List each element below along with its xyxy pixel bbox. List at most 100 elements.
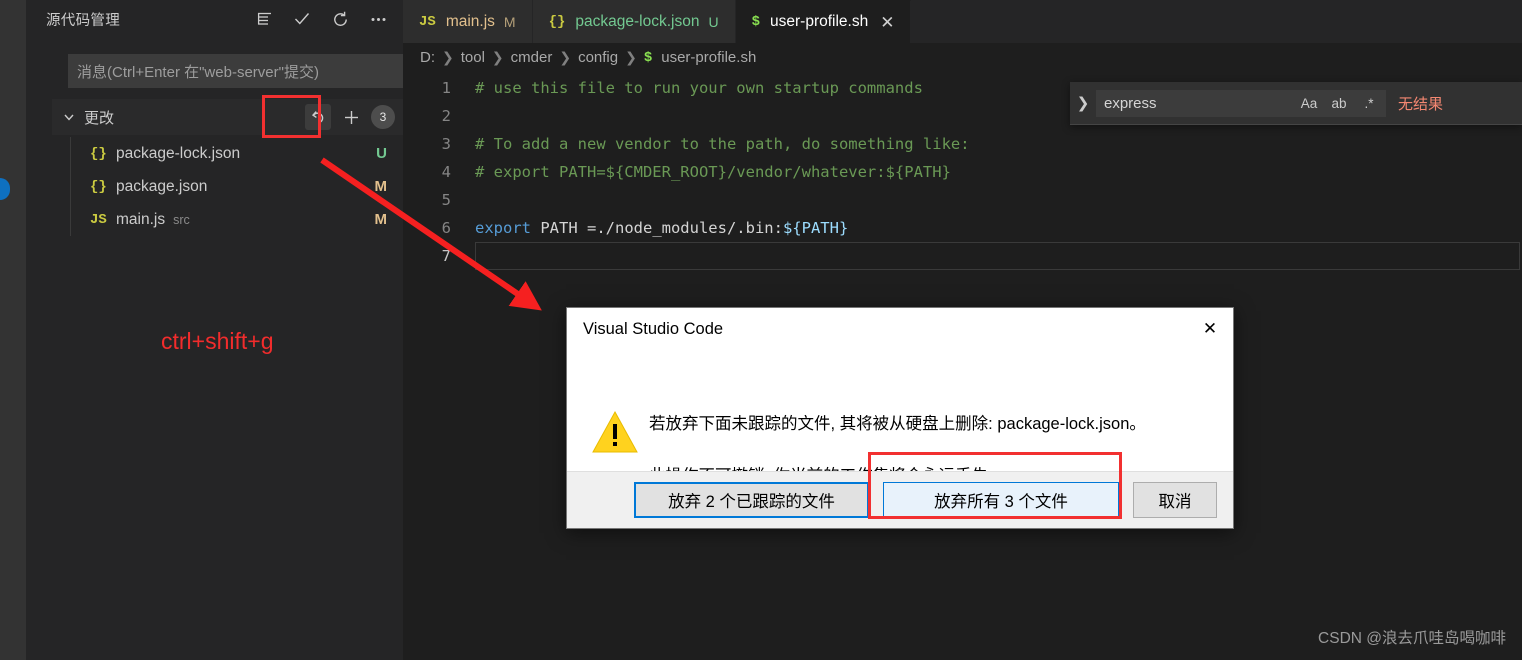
shell-file-icon: $ bbox=[643, 49, 653, 66]
breadcrumb-item-cmder[interactable]: cmder bbox=[511, 49, 553, 66]
tab-user-profile-sh[interactable]: $ user-profile.sh ✕ bbox=[735, 0, 912, 43]
tab-status-badge: U bbox=[708, 13, 719, 30]
find-options: Aa ab .* bbox=[1298, 96, 1380, 111]
changes-group-actions: 3 bbox=[305, 104, 395, 130]
chevron-right-icon: ❯ bbox=[491, 49, 504, 65]
code-text: # use this file to run your own startup … bbox=[475, 79, 933, 97]
current-line-highlight bbox=[475, 242, 1520, 270]
breadcrumb-item-drive[interactable]: D: bbox=[420, 49, 435, 66]
line-number: 3 bbox=[441, 135, 451, 153]
json-file-icon: {} bbox=[548, 13, 566, 30]
breadcrumb-item-file[interactable]: user-profile.sh bbox=[661, 49, 756, 66]
dialog-message-line-1: 若放弃下面未跟踪的文件, 其将被从硬盘上删除: package-lock.jso… bbox=[649, 415, 1146, 433]
chevron-right-icon: ❯ bbox=[559, 49, 572, 65]
code-line: 5 bbox=[403, 186, 1522, 214]
activity-bar-active-indicator bbox=[0, 178, 10, 200]
dialog-footer: 放弃 2 个已跟踪的文件 放弃所有 3 个文件 取消 bbox=[567, 471, 1233, 528]
line-number: 6 bbox=[441, 219, 451, 237]
dialog-titlebar: Visual Studio Code ✕ bbox=[567, 308, 1233, 350]
vscode-window: 源代码管理 消息(Ctrl+Enter 在"web-server"提交) 更改 … bbox=[0, 0, 1522, 660]
watermark: CSDN @浪去爪哇岛喝咖啡 bbox=[1318, 630, 1506, 647]
tab-status-badge: M bbox=[503, 13, 516, 30]
json-file-icon: {} bbox=[90, 145, 107, 162]
list-item[interactable]: {} package-lock.json U bbox=[52, 137, 403, 170]
code-token-variable: ${PATH} bbox=[782, 219, 849, 237]
tab-label: package-lock.json bbox=[575, 12, 700, 30]
code-text: # To add a new vendor to the path, do so… bbox=[475, 135, 970, 153]
shell-file-icon: $ bbox=[751, 14, 761, 30]
close-icon[interactable]: ✕ bbox=[1187, 313, 1233, 345]
code-line-current: 7 bbox=[403, 242, 1522, 270]
toggle-replace-chevron-icon[interactable]: ❯ bbox=[1070, 82, 1096, 124]
dialog-message: 若放弃下面未跟踪的文件, 其将被从硬盘上删除: package-lock.jso… bbox=[643, 358, 1213, 485]
commit-message-input[interactable]: 消息(Ctrl+Enter 在"web-server"提交) bbox=[68, 54, 409, 88]
close-icon[interactable]: ✕ bbox=[880, 14, 894, 31]
chevron-right-icon: ❯ bbox=[442, 49, 454, 65]
breadcrumb: D: ❯ tool ❯ cmder ❯ config ❯ $ user-prof… bbox=[403, 43, 1522, 72]
js-file-icon: JS bbox=[90, 211, 107, 228]
breadcrumb-item-tool[interactable]: tool bbox=[461, 49, 485, 66]
line-number: 5 bbox=[441, 191, 451, 209]
dialog-title: Visual Studio Code bbox=[583, 319, 724, 338]
find-widget: ❯ express Aa ab .* 无结果 bbox=[1070, 82, 1522, 125]
file-directory: src bbox=[173, 212, 190, 227]
activity-bar[interactable] bbox=[0, 0, 26, 660]
line-number: 7 bbox=[441, 247, 451, 265]
json-file-icon: {} bbox=[90, 178, 107, 195]
code-line: 6 export PATH =./node_modules/.bin: ${PA… bbox=[403, 214, 1522, 242]
changed-files-list: {} package-lock.json U {} package.json M… bbox=[52, 137, 403, 236]
line-number: 1 bbox=[441, 79, 451, 97]
code-line: 3 # To add a new vendor to the path, do … bbox=[403, 130, 1522, 158]
code-text: # export PATH=${CMDER_ROOT}/vendor/whate… bbox=[475, 163, 951, 181]
cancel-button[interactable]: 取消 bbox=[1133, 482, 1217, 518]
refresh-icon[interactable] bbox=[329, 8, 351, 30]
changes-group-label: 更改 bbox=[84, 109, 115, 127]
breadcrumb-item-config[interactable]: config bbox=[578, 49, 618, 66]
code-token-keyword: export bbox=[475, 219, 531, 237]
source-control-title: 源代码管理 bbox=[46, 12, 120, 29]
code-token-plain: PATH =./node_modules/.bin: bbox=[531, 219, 783, 237]
source-control-sidebar: 源代码管理 消息(Ctrl+Enter 在"web-server"提交) 更改 … bbox=[26, 0, 409, 660]
find-input-value: express bbox=[1104, 94, 1157, 112]
file-name: package-lock.json bbox=[116, 144, 241, 162]
line-number: 4 bbox=[441, 163, 451, 181]
source-control-header: 源代码管理 bbox=[26, 0, 403, 38]
discard-all-button[interactable]: 放弃所有 3 个文件 bbox=[883, 482, 1119, 518]
discard-tracked-button[interactable]: 放弃 2 个已跟踪的文件 bbox=[634, 482, 869, 518]
use-regex-icon[interactable]: .* bbox=[1358, 96, 1380, 111]
tab-label: user-profile.sh bbox=[770, 13, 869, 30]
file-name: main.js bbox=[116, 210, 166, 228]
commit-message-placeholder: 消息(Ctrl+Enter 在"web-server"提交) bbox=[77, 63, 319, 81]
tab-label: main.js bbox=[445, 12, 495, 30]
confirmation-dialog: Visual Studio Code ✕ 若放弃下面未跟踪的文件, 其将被从硬盘… bbox=[566, 307, 1234, 529]
chevron-down-icon[interactable] bbox=[60, 108, 78, 126]
keyboard-shortcut-annotation: ctrl+shift+g bbox=[161, 328, 274, 354]
chevron-right-icon: ❯ bbox=[625, 49, 637, 65]
match-whole-word-icon[interactable]: ab bbox=[1328, 96, 1350, 111]
tab-main-js[interactable]: JS main.js M bbox=[403, 0, 533, 43]
discard-changes-icon[interactable] bbox=[305, 104, 331, 130]
status-badge: M bbox=[374, 211, 388, 228]
file-name: package.json bbox=[116, 177, 208, 195]
find-result-count: 无结果 bbox=[1398, 95, 1444, 113]
status-badge: U bbox=[376, 145, 387, 162]
editor-tab-bar: JS main.js M {} package-lock.json U $ us… bbox=[403, 0, 1522, 43]
find-input[interactable]: express Aa ab .* bbox=[1096, 89, 1386, 117]
changes-count-badge: 3 bbox=[371, 105, 395, 129]
more-actions-icon[interactable] bbox=[367, 8, 389, 30]
changes-group-header[interactable]: 更改 3 bbox=[52, 99, 403, 135]
commit-check-icon[interactable] bbox=[291, 8, 313, 30]
list-item[interactable]: {} package.json M bbox=[52, 170, 403, 203]
line-number: 2 bbox=[441, 107, 451, 125]
code-line: 4 # export PATH=${CMDER_ROOT}/vendor/wha… bbox=[403, 158, 1522, 186]
source-control-header-actions bbox=[253, 8, 389, 30]
dialog-body: 若放弃下面未跟踪的文件, 其将被从硬盘上删除: package-lock.jso… bbox=[567, 350, 1233, 485]
list-item[interactable]: JS main.js src M bbox=[52, 203, 403, 236]
match-case-icon[interactable]: Aa bbox=[1298, 96, 1320, 111]
tab-package-lock-json[interactable]: {} package-lock.json U bbox=[532, 0, 736, 43]
warning-triangle-icon bbox=[587, 358, 643, 472]
status-badge: M bbox=[374, 178, 388, 195]
js-file-icon: JS bbox=[419, 13, 436, 30]
stage-all-changes-icon[interactable] bbox=[339, 105, 363, 129]
view-as-tree-icon[interactable] bbox=[253, 8, 275, 30]
